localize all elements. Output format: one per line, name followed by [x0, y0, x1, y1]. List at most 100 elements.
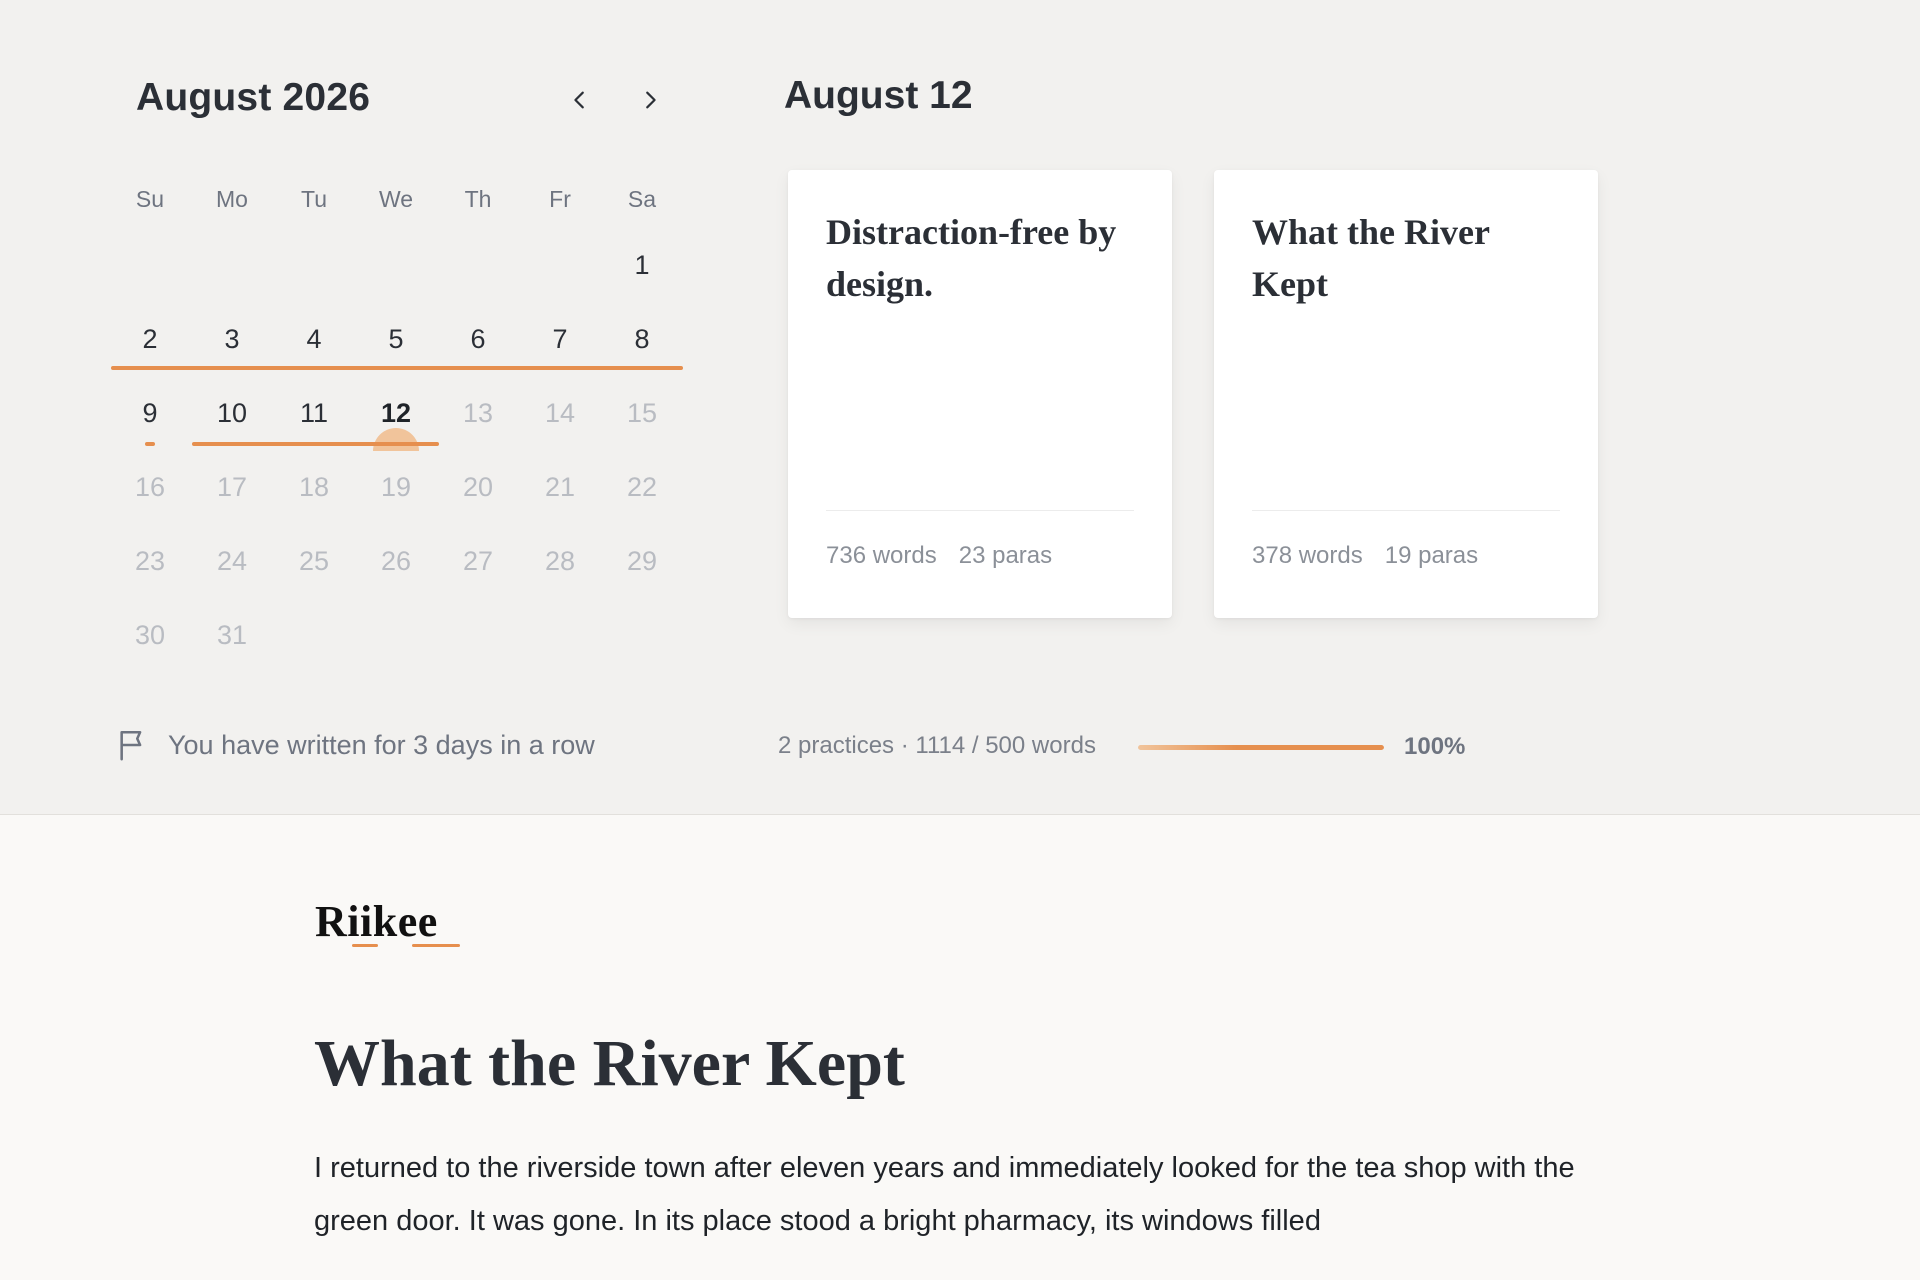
calendar-day[interactable]: 30: [109, 598, 191, 672]
calendar-day-empty: [355, 228, 437, 302]
calendar-day[interactable]: 10: [191, 376, 273, 450]
progress-percent: 100%: [1404, 733, 1466, 760]
day-number: 31: [216, 620, 248, 650]
logo-accent: [412, 944, 460, 947]
calendar-day[interactable]: 31: [191, 598, 273, 672]
calendar-day[interactable]: 29: [601, 524, 683, 598]
calendar-day[interactable]: 27: [437, 524, 519, 598]
day-number: 12: [380, 398, 412, 428]
calendar-day[interactable]: 26: [355, 524, 437, 598]
day-number: 1: [634, 250, 650, 280]
weekday-label: Th: [464, 185, 492, 212]
day-number: 17: [216, 472, 248, 502]
calendar-day-empty: [601, 598, 683, 672]
weekday-label: Su: [135, 185, 165, 212]
day-number: 16: [134, 472, 166, 502]
day-number: 23: [134, 546, 166, 576]
calendar-day-empty: [437, 598, 519, 672]
day-number: 11: [299, 398, 329, 428]
calendar-day[interactable]: 19: [355, 450, 437, 524]
weekday-label: Tu: [301, 185, 327, 212]
streak-text: You have written for 3 days in a row: [168, 729, 595, 760]
calendar-day[interactable]: 16: [109, 450, 191, 524]
document-body[interactable]: I returned to the riverside town after e…: [314, 1142, 1614, 1248]
day-number: 14: [544, 398, 576, 428]
day-number: 10: [216, 398, 248, 428]
prev-month-button[interactable]: [558, 78, 602, 122]
day-number: 25: [298, 546, 330, 576]
weekday-label: We: [378, 185, 414, 212]
card-stats: 378 words 19 paras: [1252, 542, 1478, 570]
calendar-day[interactable]: 22: [601, 450, 683, 524]
streak-marker: [145, 442, 155, 446]
card-divider: [1252, 510, 1560, 511]
calendar-day[interactable]: 14: [519, 376, 601, 450]
weekday-label: Fr: [549, 185, 571, 212]
calendar-day-today[interactable]: 12: [355, 376, 437, 451]
calendar-day[interactable]: 1: [601, 228, 683, 302]
practice-card[interactable]: Distraction-free by design. 736 words 23…: [788, 170, 1172, 618]
paragraph-count: 19 paras: [1384, 542, 1479, 569]
weekday-label: Sa: [627, 185, 657, 212]
day-number: 3: [224, 324, 240, 354]
calendar-day-empty: [273, 228, 355, 302]
day-number: 2: [142, 324, 158, 354]
calendar-day-empty: [519, 598, 601, 672]
calendar-day[interactable]: 20: [437, 450, 519, 524]
calendar-day[interactable]: 21: [519, 450, 601, 524]
calendar-day[interactable]: 7: [519, 302, 601, 376]
calendar-day[interactable]: 9: [109, 376, 191, 450]
calendar-day[interactable]: 28: [519, 524, 601, 598]
day-number: 30: [134, 620, 166, 650]
calendar-day[interactable]: 13: [437, 376, 519, 450]
card-title: Distraction-free by design.: [826, 212, 1117, 304]
calendar-day[interactable]: 4: [273, 302, 355, 376]
calendar-day[interactable]: 23: [109, 524, 191, 598]
day-number: 27: [462, 546, 494, 576]
calendar-day-empty: [519, 228, 601, 302]
calendar-day-empty: [191, 228, 273, 302]
calendar-day[interactable]: 5: [355, 302, 437, 376]
calendar-grid: Su Mo Tu We Th Fr Sa 1 2 3 4 5 6 7 8 9 1…: [109, 170, 683, 672]
progress-bar-fill: [1138, 745, 1384, 750]
streak-marker: [192, 442, 439, 446]
day-number: 7: [552, 324, 568, 354]
calendar-day[interactable]: 3: [191, 302, 273, 376]
calendar-day[interactable]: 24: [191, 524, 273, 598]
calendar-day[interactable]: 17: [191, 450, 273, 524]
calendar-week: 2 3 4 5 6 7 8: [109, 302, 683, 376]
day-number: 28: [544, 546, 576, 576]
next-month-button[interactable]: [628, 78, 672, 122]
progress-bar: [1138, 745, 1384, 750]
day-number: 6: [470, 324, 486, 354]
progress-summary: 2 practices · 1114 / 500 words: [778, 732, 1096, 759]
day-number: 20: [462, 472, 494, 502]
month-title: August 2026: [136, 76, 371, 119]
day-number: 13: [462, 398, 494, 428]
day-number: 21: [544, 472, 576, 502]
document-title: What the River Kept: [314, 1027, 905, 1100]
calendar-panel: August 2026 Su Mo Tu We Th Fr Sa 1 2 3 4…: [0, 0, 1920, 815]
calendar-week: 30 31: [109, 598, 683, 672]
app-logo: Riikee: [315, 897, 438, 946]
calendar-day[interactable]: 25: [273, 524, 355, 598]
streak-status: You have written for 3 days in a row: [116, 728, 595, 762]
calendar-week: 23 24 25 26 27 28 29: [109, 524, 683, 598]
calendar-day[interactable]: 11: [273, 376, 355, 450]
day-number: 29: [626, 546, 658, 576]
day-number: 18: [298, 472, 330, 502]
calendar-day[interactable]: 6: [437, 302, 519, 376]
practice-card[interactable]: What the River Kept 378 words 19 paras: [1214, 170, 1598, 618]
chevron-right-icon: [646, 91, 656, 109]
card-divider: [826, 510, 1134, 511]
calendar-day[interactable]: 18: [273, 450, 355, 524]
calendar-day[interactable]: 15: [601, 376, 683, 450]
chevron-left-icon: [574, 91, 584, 109]
day-number: 22: [626, 472, 658, 502]
calendar-day[interactable]: 8: [601, 302, 683, 376]
word-count: 736 words: [826, 542, 937, 569]
calendar-day[interactable]: 2: [109, 302, 191, 376]
flag-icon: [120, 730, 142, 761]
word-count: 378 words: [1252, 542, 1363, 569]
weekday-header: Su Mo Tu We Th Fr Sa: [109, 170, 683, 228]
